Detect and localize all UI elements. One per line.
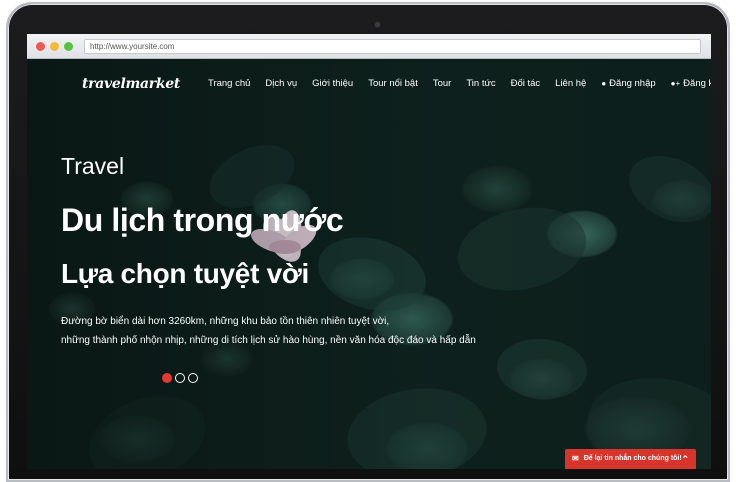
close-window-button[interactable] — [36, 42, 45, 51]
carousel-dot[interactable] — [188, 373, 198, 383]
nav-label: Tour nổi bật — [368, 78, 418, 89]
nav-dich-vu[interactable]: Dịch vụ — [265, 78, 297, 89]
nav-label: Tour — [432, 78, 452, 89]
chat-widget-bar[interactable]: ✉ Để lại tin nhắn cho chúng tôi! ⌃ — [565, 449, 696, 469]
maximize-window-button[interactable] — [64, 42, 73, 51]
nav-doi-tac[interactable]: Đối tác — [511, 78, 541, 89]
carousel-indicators — [162, 373, 198, 383]
nav-label: Đăng nhập — [609, 78, 656, 89]
nav-label: Liên hệ — [555, 78, 587, 89]
nav-tour-noi-bat[interactable]: Tour nổi bật — [368, 78, 418, 89]
nav-dang-nhap[interactable]: ● Đăng nhập — [601, 78, 655, 89]
laptop-frame: http://www.yoursite.com travelmarket Tra… — [0, 0, 736, 482]
nav-tin-tuc[interactable]: Tin tức — [466, 78, 495, 89]
hero-kicker: Travel — [61, 153, 125, 179]
hero-description-line: những thành phố nhộn nhịp, những di tích… — [61, 335, 476, 346]
carousel-dot[interactable] — [175, 373, 185, 383]
camera-icon — [374, 21, 381, 28]
nav-tour[interactable]: Tour — [433, 78, 451, 89]
chevron-up-icon[interactable]: ⌃ — [681, 449, 689, 469]
user-plus-icon: ●+ — [670, 79, 681, 88]
nav-label: Tin tức — [466, 78, 496, 89]
nav-gioi-thieu[interactable]: Giới thiệu — [312, 78, 353, 89]
user-icon: ● — [601, 79, 607, 88]
nav-label: Trang chủ — [208, 78, 251, 89]
browser-toolbar: http://www.yoursite.com — [27, 34, 711, 59]
address-bar[interactable]: http://www.yoursite.com — [84, 39, 701, 54]
chat-label: Để lại tin nhắn cho chúng tôi! — [583, 455, 682, 462]
main-nav: Trang chủ Dịch vụ Giới thiệu Tour nổi bậ… — [208, 78, 711, 89]
nav-label: Đối tác — [510, 78, 541, 89]
site-logo[interactable]: travelmarket — [82, 76, 180, 92]
envelope-icon: ✉ — [572, 454, 579, 463]
hero-description-line: Đường bờ biển dài hơn 3260km, những khu … — [61, 316, 390, 327]
nav-label: Đăng ký — [683, 78, 711, 89]
carousel-dot[interactable] — [162, 373, 172, 383]
minimize-window-button[interactable] — [50, 42, 59, 51]
nav-lien-he[interactable]: Liên hệ — [555, 78, 586, 89]
nav-label: Giới thiệu — [312, 78, 354, 89]
nav-dang-ky[interactable]: ●+Đăng ký — [671, 78, 711, 89]
hero-title: Du lịch trong nước — [61, 202, 344, 238]
hero-description: Đường bờ biển dài hơn 3260km, những khu … — [61, 312, 481, 350]
screen: http://www.yoursite.com travelmarket Tra… — [27, 34, 711, 469]
nav-label: Dịch vụ — [265, 78, 298, 89]
hero-section: travelmarket Trang chủ Dịch vụ Giới thiệ… — [27, 59, 711, 469]
hero-subtitle: Lựa chọn tuyệt vời — [61, 258, 309, 289]
nav-trang-chu[interactable]: Trang chủ — [208, 78, 250, 89]
